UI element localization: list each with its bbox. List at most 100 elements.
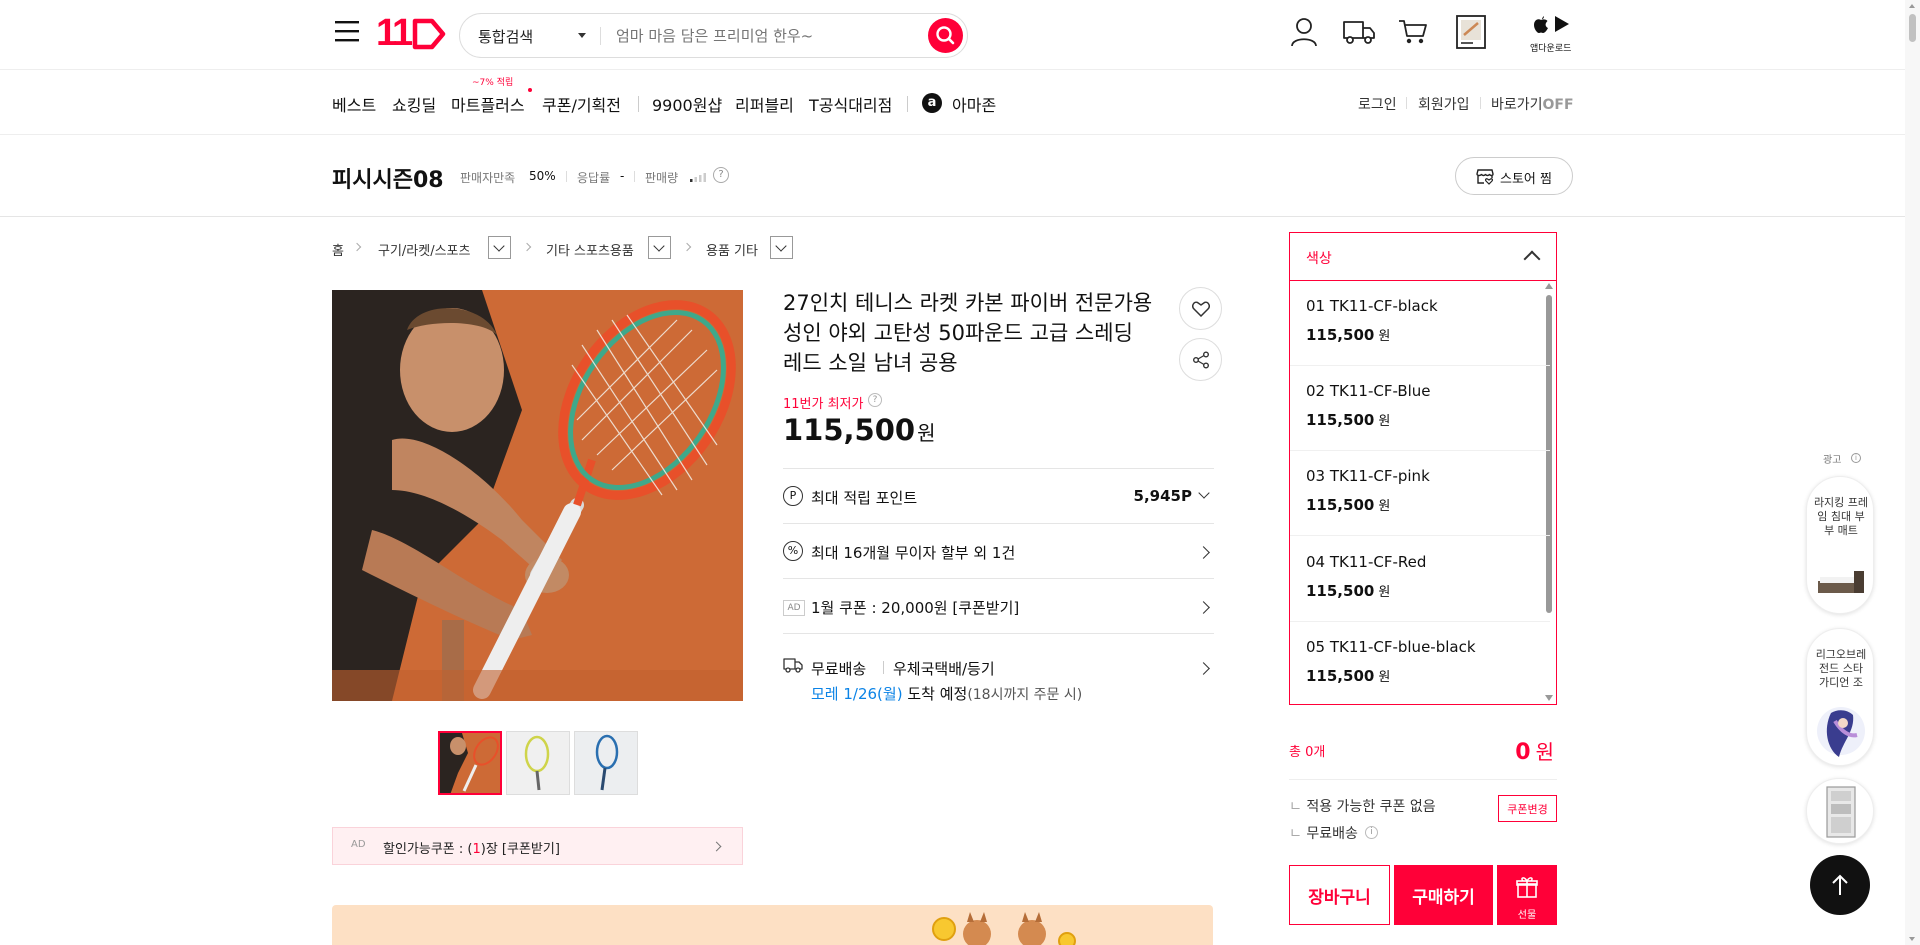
option-name: 05 TK11-CF-blue-black xyxy=(1306,638,1476,656)
nav-separator xyxy=(638,96,639,112)
option-price: 115,500 원 xyxy=(1306,495,1390,514)
sales-level-bars-icon xyxy=(690,173,706,182)
shipping-row[interactable]: 무료배송 우체국택배/등기 모레 1/26(월) 도착 예정(18시까지 주문 … xyxy=(783,633,1214,708)
gift-button[interactable]: 선물 xyxy=(1497,865,1557,925)
my-account-button[interactable] xyxy=(1289,16,1319,48)
option-name: 02 TK11-CF-Blue xyxy=(1306,382,1431,400)
thumbnail-image xyxy=(507,732,569,794)
breadcrumb-home[interactable]: 홈 xyxy=(332,240,344,259)
nav-best[interactable]: 베스트 xyxy=(332,92,376,116)
nav-amazon[interactable]: 아마존 xyxy=(952,92,996,116)
wishlist-button[interactable] xyxy=(1179,287,1222,330)
nav-refurbly[interactable]: 리퍼블리 xyxy=(735,92,794,116)
discount-coupon-prefix: 할인가능쿠폰 : ( xyxy=(383,842,473,857)
arrow-up-icon xyxy=(1832,874,1848,895)
nav-coupon[interactable]: 쿠폰/기획전 xyxy=(542,92,621,116)
search-bar: 통합검색 xyxy=(459,13,968,58)
side-ad-card[interactable] xyxy=(1806,778,1874,844)
chevron-right-icon xyxy=(711,841,722,852)
breadcrumb-category-1[interactable]: 구기/라켓/스포츠 xyxy=(378,240,470,259)
option-price: 115,500 원 xyxy=(1306,666,1390,685)
option-item[interactable]: 04 TK11-CF-Red 115,500 원 xyxy=(1290,537,1550,622)
product-title: 27인치 테니스 라켓 카본 파이버 전문가용 성인 야외 고탄성 50파운드 … xyxy=(783,291,1153,375)
add-to-cart-button[interactable]: 장바구니 xyxy=(1289,865,1390,925)
page-scrollbar[interactable] xyxy=(1905,0,1920,945)
nav-9900-shop[interactable]: 9900원샵 xyxy=(652,92,722,116)
signup-link[interactable]: 회원가입 xyxy=(1418,94,1470,114)
installment-row[interactable]: % 최대 16개월 무이자 할부 외 1건 xyxy=(783,523,1214,578)
share-button[interactable] xyxy=(1179,338,1222,381)
coupon-row[interactable]: AD 1월 쿠폰 : 20,000원 [쿠폰받기] xyxy=(783,578,1214,633)
breadcrumb-category-2[interactable]: 기타 스포츠용품 xyxy=(546,240,634,259)
side-ad-card[interactable]: 라지킹 프레임 침대 부부 매트 xyxy=(1806,476,1874,614)
ad-info-icon[interactable]: i xyxy=(1851,453,1861,463)
nav-t-official[interactable]: T공식대리점 xyxy=(809,92,892,116)
total-price: 0 원 xyxy=(1515,736,1554,765)
category-2-dropdown[interactable] xyxy=(648,236,671,259)
arrival-info: 모레 1/26(월) 도착 예정(18시까지 주문 시) xyxy=(811,683,1082,704)
search-button[interactable] xyxy=(928,18,963,53)
login-link[interactable]: 로그인 xyxy=(1358,94,1397,114)
app-download-link[interactable]: 앱다운로드 xyxy=(1530,14,1574,54)
thumbnail-2[interactable] xyxy=(506,731,570,795)
nav-separator xyxy=(907,96,908,112)
arrival-text: 도착 예정 xyxy=(907,685,968,703)
option-item[interactable]: 02 TK11-CF-Blue 115,500 원 xyxy=(1290,366,1550,451)
page-scroll-thumb[interactable] xyxy=(1909,14,1916,42)
search-category-select[interactable]: 통합검색 xyxy=(460,14,600,59)
play-store-icon xyxy=(1555,16,1569,32)
logo-text: 11 xyxy=(376,12,413,54)
app-download-label: 앱다운로드 xyxy=(1530,44,1572,54)
thumbnail-image xyxy=(575,732,637,794)
user-icon xyxy=(1291,18,1317,47)
thumbnail-image xyxy=(440,733,500,793)
chevron-up-icon xyxy=(1523,250,1541,268)
option-item[interactable]: 05 TK11-CF-blue-black 115,500 원 xyxy=(1290,622,1550,707)
seller-satisfaction-value: 50% xyxy=(529,169,556,183)
heart-icon xyxy=(1192,301,1210,317)
point-icon: P xyxy=(783,486,803,506)
thumbnail-1[interactable] xyxy=(438,731,502,795)
shortcut-link[interactable]: 바로가기OFF xyxy=(1491,94,1574,114)
seller-satisfaction-label: 판매자만족 xyxy=(460,171,516,185)
truck-icon xyxy=(1343,21,1375,44)
option-item[interactable]: 03 TK11-CF-pink 115,500 원 xyxy=(1290,451,1550,536)
help-icon[interactable]: ? xyxy=(713,167,729,183)
search-input[interactable] xyxy=(616,24,916,48)
cart-icon xyxy=(1399,20,1427,44)
option-name: 01 TK11-CF-black xyxy=(1306,297,1438,315)
new-dot xyxy=(528,88,532,92)
event-banner[interactable] xyxy=(332,905,1213,945)
chevron-right-icon xyxy=(1197,601,1210,614)
option-header[interactable]: 색상 xyxy=(1290,233,1556,281)
recent-viewed-button[interactable] xyxy=(1456,15,1486,49)
breadcrumb-category-3[interactable]: 용품 기타 xyxy=(706,240,758,259)
discount-coupon-banner[interactable]: AD 할인가능쿠폰 : (1)장 [쿠폰받기] xyxy=(332,827,743,865)
side-ad-card[interactable]: 리그오브레전드 스타 가디언 조 xyxy=(1806,628,1874,766)
brand-logo[interactable]: 11 xyxy=(376,12,448,54)
coin-icon xyxy=(932,917,956,941)
product-main-image[interactable] xyxy=(332,290,743,701)
category-3-dropdown[interactable] xyxy=(770,236,793,259)
info-icon[interactable]: i xyxy=(1365,826,1378,839)
search-divider xyxy=(600,27,601,45)
max-points-row[interactable]: P 최대 적립 포인트 5,945P xyxy=(783,468,1214,523)
store-like-button[interactable]: 스토어 찜 xyxy=(1455,157,1573,195)
nav-mart-plus[interactable]: 마트플러스 xyxy=(451,92,525,116)
shipping-method: 우체국택배/등기 xyxy=(893,660,995,678)
option-item[interactable]: 01 TK11-CF-black 115,500 원 xyxy=(1290,281,1550,366)
nav-shocking-deal[interactable]: 쇼킹딜 xyxy=(392,92,436,116)
max-points-label: 최대 적립 포인트 xyxy=(811,489,918,507)
discount-coupon-count: 1 xyxy=(472,842,481,857)
category-1-dropdown[interactable] xyxy=(488,236,511,259)
seller-name[interactable]: 피시시즌08 xyxy=(332,162,444,194)
lowest-price-label: 11번가 최저가 xyxy=(783,397,864,412)
scroll-to-top-button[interactable] xyxy=(1810,855,1870,915)
menu-button[interactable] xyxy=(334,18,360,44)
buy-now-button[interactable]: 구매하기 xyxy=(1394,865,1493,925)
delivery-button[interactable] xyxy=(1342,18,1376,46)
cart-button[interactable] xyxy=(1397,18,1429,46)
info-icon[interactable]: ? xyxy=(868,393,882,407)
thumbnail-3[interactable] xyxy=(574,731,638,795)
coupon-change-button[interactable]: 쿠폰변경 xyxy=(1498,795,1557,822)
